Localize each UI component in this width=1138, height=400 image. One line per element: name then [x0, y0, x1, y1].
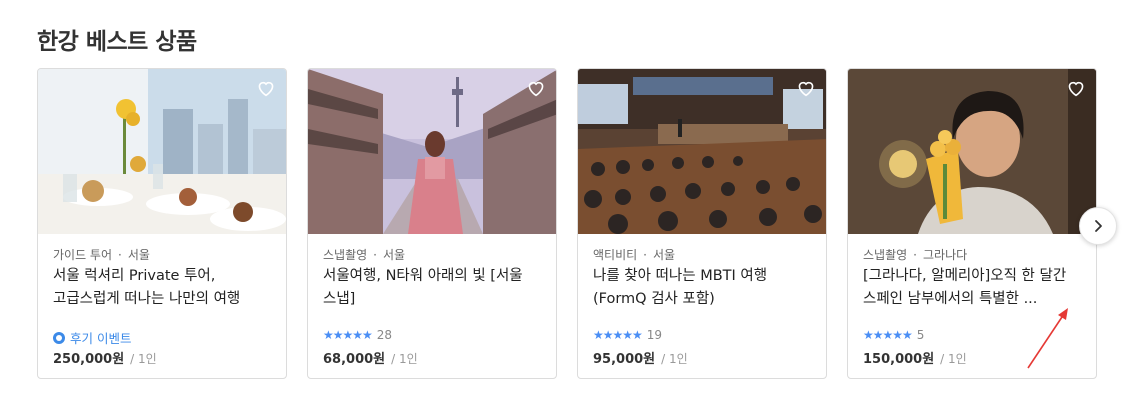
card-review: ★★★★★ 19: [593, 328, 662, 342]
rating-stars-icon: ★★★★★: [863, 328, 913, 342]
card-category: 가이드 투어: [53, 248, 113, 262]
card-category: 액티비티: [593, 248, 638, 262]
card-meta: 액티비티 · 서울: [593, 248, 676, 262]
event-label: 후기 이벤트: [70, 331, 132, 346]
card-title[interactable]: 나를 찾아 떠나는 MBTI 여행 (FormQ 검사 포함): [593, 265, 815, 311]
product-card-ntower-snap[interactable]: 스냅촬영 · 서울 서울여행, N타워 아래의 빛 [서울 스냅] ★★★★★ 28…: [307, 68, 557, 379]
card-review: 후기 이벤트: [53, 328, 131, 347]
card-price: 150,000원 / 1인: [863, 348, 967, 367]
chevron-right-icon: [1095, 220, 1102, 232]
product-card-granada-snap[interactable]: 스냅촬영 · 그라나다 [그라나다, 알메리아]오직 한 달간 스페인 남부에서의 …: [847, 68, 1097, 379]
card-title[interactable]: 서울여행, N타워 아래의 빛 [서울 스냅]: [323, 265, 545, 311]
price-unit: / 1인: [661, 352, 688, 366]
card-location: 서울: [383, 248, 406, 262]
section-title: 한강 베스트 상품: [37, 29, 197, 55]
card-review: ★★★★★ 28: [323, 328, 392, 342]
product-image[interactable]: [848, 69, 1096, 234]
card-title[interactable]: 서울 럭셔리 Private 투어, 고급스럽게 떠나는 나만의 여행: [53, 265, 275, 311]
product-image[interactable]: [38, 69, 286, 234]
card-price: 95,000원 / 1인: [593, 348, 688, 367]
wishlist-heart-icon[interactable]: [796, 79, 816, 97]
card-meta: 스냅촬영 · 그라나다: [863, 248, 968, 262]
price-unit: / 1인: [130, 352, 157, 366]
rating-stars-icon: ★★★★★: [593, 328, 643, 342]
card-title[interactable]: [그라나다, 알메리아]오직 한 달간 스페인 남부에서의 특별한 ...: [863, 265, 1085, 311]
price-unit: / 1인: [940, 352, 967, 366]
product-card-mbti-trip[interactable]: 액티비티 · 서울 나를 찾아 떠나는 MBTI 여행 (FormQ 검사 포함) …: [577, 68, 827, 379]
review-count: 5: [916, 328, 925, 342]
review-event-badge: 후기 이벤트: [53, 328, 131, 347]
rating-stars-icon: ★★★★★: [323, 328, 373, 342]
card-review: ★★★★★ 5: [863, 328, 924, 342]
product-card-luxury-tour[interactable]: 가이드 투어 · 서울 서울 럭셔리 Private 투어, 고급스럽게 떠나는 나…: [37, 68, 287, 379]
product-image[interactable]: [308, 69, 556, 234]
card-location: 그라나다: [923, 248, 968, 262]
card-location: 서울: [653, 248, 676, 262]
card-category: 스냅촬영: [323, 248, 368, 262]
price-value: 150,000원: [863, 352, 935, 367]
product-image[interactable]: [578, 69, 826, 234]
price-unit: / 1인: [391, 352, 418, 366]
card-meta: 가이드 투어 · 서울: [53, 248, 150, 262]
wishlist-heart-icon[interactable]: [526, 79, 546, 97]
price-value: 68,000원: [323, 352, 386, 367]
card-category: 스냅촬영: [863, 248, 908, 262]
review-count: 28: [376, 328, 393, 342]
wishlist-heart-icon[interactable]: [1066, 79, 1086, 97]
price-value: 250,000원: [53, 352, 125, 367]
price-value: 95,000원: [593, 352, 656, 367]
card-location: 서울: [127, 248, 150, 262]
carousel-next-button[interactable]: [1079, 207, 1117, 245]
card-meta: 스냅촬영 · 서울: [323, 248, 406, 262]
review-count: 19: [646, 328, 663, 342]
card-price: 68,000원 / 1인: [323, 348, 418, 367]
wishlist-heart-icon[interactable]: [256, 79, 276, 97]
card-price: 250,000원 / 1인: [53, 348, 157, 367]
event-badge-icon: [53, 331, 65, 344]
